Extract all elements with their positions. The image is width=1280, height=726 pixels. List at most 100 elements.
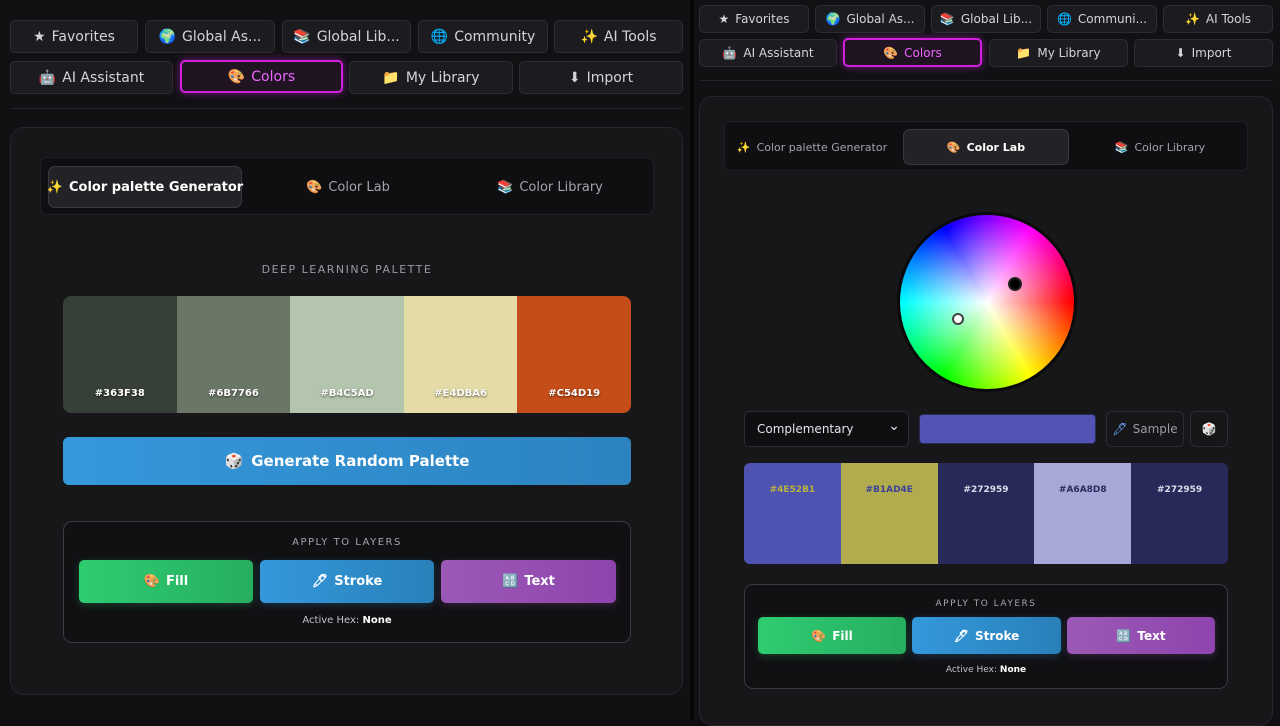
generated-palette-swatch-hex: #6B7766 [207,388,259,399]
apply-stroke-button[interactable]: 🖊 Stroke [260,560,434,603]
stroke-label: Stroke [334,574,383,589]
books-icon: 📚 [497,179,514,195]
wheel-handle-complement[interactable] [1008,277,1022,291]
sparkles-icon: ✨ [46,179,63,195]
harmony-palette-swatch-hex: #A6A8D8 [1058,485,1107,495]
nav-global-assets-button[interactable]: 🌍 Global As... [815,5,925,33]
tab-label: Color palette Generator [68,179,244,195]
palette-icon: 🎨 [143,574,160,589]
wheel-handle-base[interactable] [952,313,964,325]
text-label: Text [524,574,555,589]
nav-global-library-button[interactable]: 📚 Global Lib... [931,5,1041,33]
random-color-button[interactable]: 🎲 [1190,411,1228,447]
harmony-palette-swatch[interactable]: #272959 [937,463,1035,564]
generated-palette-swatch[interactable]: #6B7766 [176,296,291,413]
books-icon: 📚 [1114,140,1129,154]
generated-palette-swatch[interactable]: #E4DBA6 [403,296,518,413]
sparkles-icon: ✨ [736,140,751,154]
harmony-palette-swatch[interactable]: #A6A8D8 [1034,463,1132,564]
globe-network-icon: 🌐 [430,28,449,45]
active-hex-label: Active Hex: [945,665,998,675]
nav-ai-assistant-button[interactable]: 🤖 AI Assistant [10,61,173,94]
apply-text-button[interactable]: 🔠 Text [441,560,616,603]
nav-community-button[interactable]: 🌐 Community [418,20,548,53]
apply-fill-button[interactable]: 🎨 Fill [758,617,906,654]
selected-color-preview[interactable] [919,414,1096,444]
palette-icon: 🎨 [227,68,246,85]
nav-favorites-button[interactable]: ★ Favorites [699,5,809,33]
nav-favorites-label: Favorites [735,12,790,26]
nav-ai-assistant-button[interactable]: 🤖 AI Assistant [699,39,837,67]
harmony-palette-swatch-hex: #272959 [1157,485,1203,495]
tab-color-lab[interactable]: 🎨 Color Lab [251,166,445,208]
apply-to-layers-panel: APPLY TO LAYERS 🎨 Fill 🖊 Stroke 🔠 Text A… [744,584,1228,689]
dice-icon: 🎲 [1201,422,1217,436]
harmony-palette-swatch[interactable]: #272959 [1131,463,1228,564]
nav-my-library-button[interactable]: 📁 My Library [349,61,513,94]
nav-global-library-button[interactable]: 📚 Global Lib... [282,20,411,53]
active-hex-readout: Active Hex: None [64,615,630,626]
nav-ai-tools-button[interactable]: ✨ AI Tools [554,20,683,53]
color-tabs: ✨ Color palette Generator 🎨 Color Lab 📚 … [40,157,654,215]
nav-global-library-label: Global Lib... [960,12,1033,26]
tab-label: Color Lab [966,140,1026,154]
text-label: Text [1137,628,1166,643]
tab-color-lab[interactable]: 🎨 Color Lab [903,129,1069,165]
nav-favorites-button[interactable]: ★ Favorites [10,20,138,53]
generated-palette-swatch[interactable]: #C54D19 [517,296,631,413]
nav-community-button[interactable]: 🌐 Communi... [1047,5,1157,33]
robot-icon: 🤖 [722,46,738,60]
generate-random-palette-button[interactable]: 🎲 Generate Random Palette [63,437,631,485]
tab-color-palette-generator[interactable]: ✨ Color palette Generator [46,166,244,208]
harmony-palette-swatch[interactable]: #B1AD4E [840,463,938,564]
chevron-down-icon: ⌄ [888,418,900,434]
color-tabs: ✨ Color palette Generator 🎨 Color Lab 📚 … [724,121,1248,171]
nav-community-label: Communi... [1077,12,1148,26]
tab-color-library[interactable]: 📚 Color Library [1077,129,1243,165]
harmony-select[interactable]: Complementary ⌄ [744,411,909,447]
tab-color-library[interactable]: 📚 Color Library [453,166,647,208]
harmony-palette-swatch[interactable]: #4E52B1 [744,463,841,564]
right-panel: ★ Favorites 🌍 Global As... 📚 Global Lib.… [694,0,1280,726]
nav-import-button[interactable]: ⬇ Import [1134,39,1273,67]
apply-stroke-button[interactable]: 🖊 Stroke [912,617,1061,654]
folder-icon: 📁 [1016,46,1032,60]
nav-my-library-label: My Library [405,69,480,86]
generated-palette-swatches: #363F38 #6B7766 #B4C5AD #E4DBA6 #C54D19 [63,296,631,413]
harmony-select-value: Complementary [757,422,854,436]
tab-label: Color Library [519,179,603,195]
nav-ai-tools-button[interactable]: ✨ AI Tools [1163,5,1273,33]
nav-colors-button[interactable]: 🎨 Colors [843,38,982,67]
nav-colors-button[interactable]: 🎨 Colors [180,60,343,93]
apply-text-button[interactable]: 🔠 Text [1067,617,1215,654]
active-hex-value: None [362,615,392,626]
palette-icon: 🎨 [946,140,961,154]
nav-my-library-button[interactable]: 📁 My Library [989,39,1128,67]
stroke-label: Stroke [974,628,1020,643]
tab-label: Color Library [1134,140,1206,154]
text-icon: 🔠 [1116,628,1132,643]
tab-label: Color palette Generator [756,140,888,154]
generated-palette-swatch[interactable]: #B4C5AD [290,296,404,413]
text-icon: 🔠 [502,574,519,589]
dice-icon: 🎲 [224,452,244,470]
nav-ai-assistant-label: AI Assistant [62,69,145,86]
nav-import-button[interactable]: ⬇ Import [519,61,683,94]
tab-color-palette-generator[interactable]: ✨ Color palette Generator [729,129,895,165]
color-wheel[interactable] [900,215,1074,389]
star-icon: ★ [33,28,46,45]
harmony-palette-swatches: #4E52B1 #B1AD4E #272959 #A6A8D8 #272959 [744,463,1228,564]
generated-palette-swatch-hex: #E4DBA6 [434,388,487,399]
globe-icon: 🌍 [825,12,841,26]
apply-fill-button[interactable]: 🎨 Fill [79,560,253,603]
folder-icon: 📁 [382,69,400,86]
nav-import-label: Import [586,69,634,86]
sample-button[interactable]: 🖊 Sample [1106,411,1184,447]
harmony-palette-swatch-hex: #272959 [963,485,1009,495]
eyedropper-icon: 🖊 [1112,422,1128,436]
apply-title: APPLY TO LAYERS [935,599,1037,609]
generated-palette-swatch[interactable]: #363F38 [63,296,177,413]
left-panel: ★ Favorites 🌍 Global As... 📚 Global Lib.… [0,0,690,720]
fill-label: Fill [165,574,189,589]
nav-global-assets-button[interactable]: 🌍 Global As... [145,20,275,53]
